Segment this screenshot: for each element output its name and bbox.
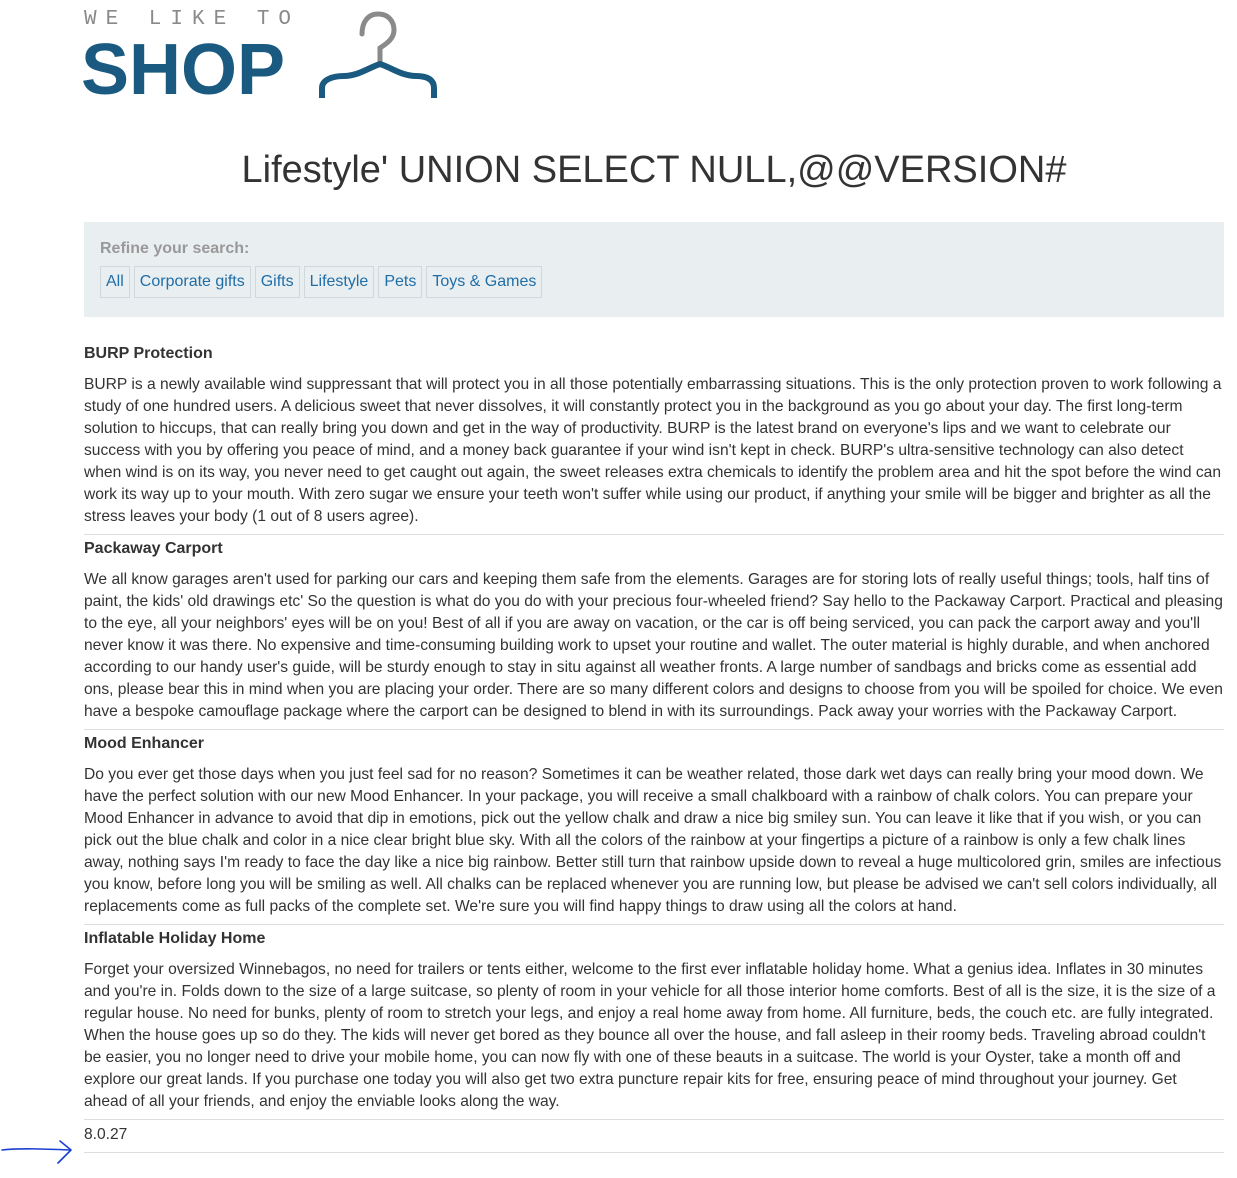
filter-link-all[interactable]: All (100, 266, 130, 298)
product-name: BURP Protection (84, 345, 213, 362)
product-description: Do you ever get those days when you just… (84, 766, 1222, 915)
logo-word: SHOP (81, 30, 286, 110)
product-description: We all know garages aren't used for park… (84, 571, 1223, 720)
filter-link-toys-games[interactable]: Toys & Games (426, 266, 543, 298)
site-logo[interactable]: WE LIKE TO SHOP (81, 8, 444, 110)
product-description: BURP is a newly available wind suppressa… (84, 376, 1222, 525)
filter-heading: Refine your search: (100, 240, 250, 257)
logo-tagline: WE LIKE TO (84, 8, 301, 31)
filter-link-pets[interactable]: Pets (378, 266, 423, 298)
product-item: Inflatable Holiday Home Forget your over… (84, 925, 1224, 1120)
product-description: Forget your oversized Winnebagos, no nee… (84, 961, 1216, 1110)
product-name: Inflatable Holiday Home (84, 930, 266, 947)
product-name: Packaway Carport (84, 540, 223, 557)
product-item: Mood Enhancer Do you ever get those days… (84, 730, 1224, 925)
filter-panel: Refine your search: All Corporate gifts … (84, 222, 1224, 317)
filter-link-gifts[interactable]: Gifts (254, 266, 300, 298)
clothes-hanger-icon (319, 11, 437, 98)
product-name: Mood Enhancer (84, 735, 205, 752)
injected-version-row: 8.0.27 (84, 1120, 1224, 1153)
product-item: Packaway Carport We all know garages are… (84, 535, 1224, 730)
product-item: BURP Protection BURP is a newly availabl… (84, 340, 1224, 535)
annotation-arrow-icon (1, 1140, 72, 1164)
filter-link-lifestyle[interactable]: Lifestyle (303, 266, 375, 298)
category-filter-list: All Corporate gifts Gifts Lifestyle Pets… (100, 266, 543, 298)
product-list: BURP Protection BURP is a newly availabl… (84, 340, 1224, 1153)
filter-link-corporate-gifts[interactable]: Corporate gifts (133, 266, 251, 298)
page-title: Lifestyle' UNION SELECT NULL,@@VERSION# (241, 149, 1067, 191)
